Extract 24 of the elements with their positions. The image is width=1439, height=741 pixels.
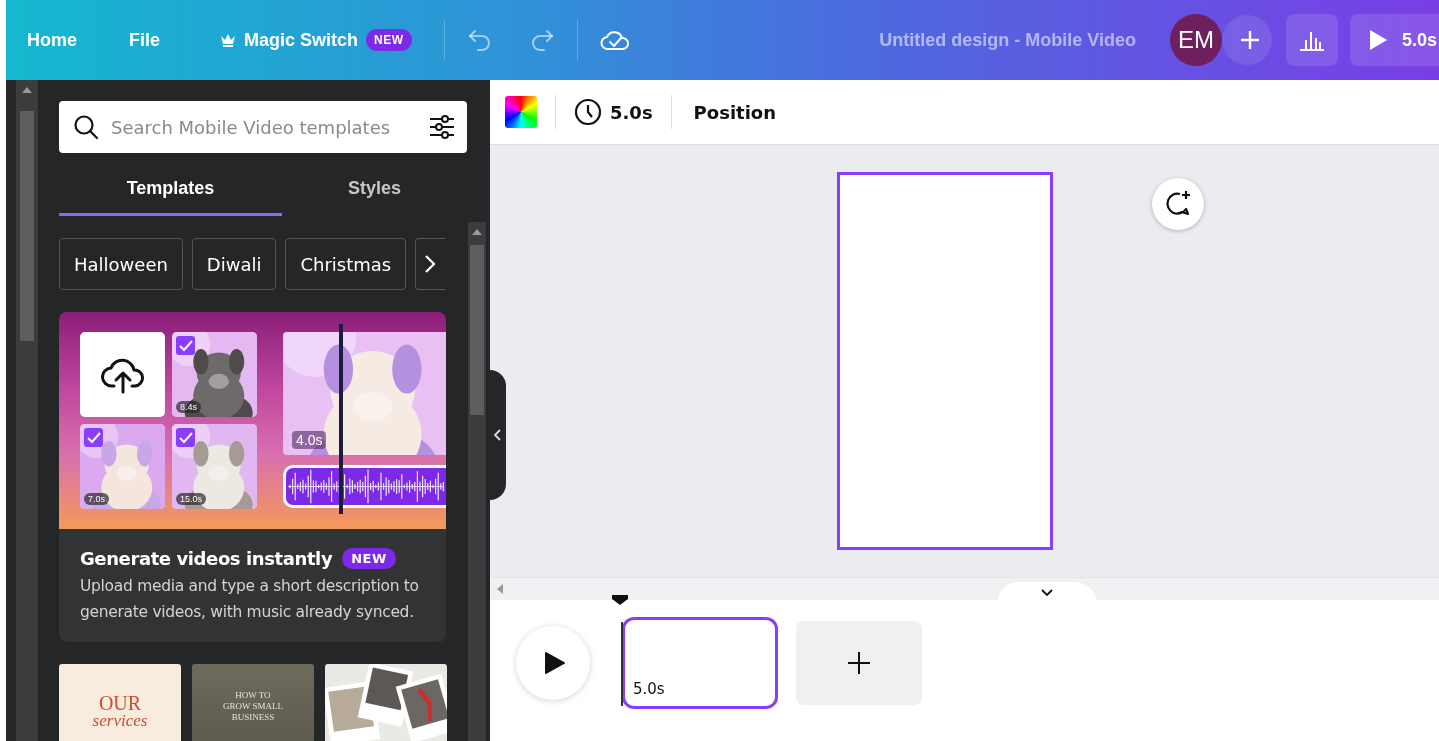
category-chip[interactable]: Christmas bbox=[285, 238, 407, 290]
duration-label: 4.0s bbox=[292, 431, 327, 449]
template-thumbnail[interactable]: OUR services bbox=[59, 664, 181, 741]
template-thumbnail[interactable]: HOW TO GROW SMALL BUSINESS bbox=[192, 664, 314, 741]
duration-button[interactable]: 5.0s bbox=[574, 98, 653, 126]
duration-label: 15.0s bbox=[176, 493, 207, 505]
feature-card[interactable]: 8.4s 7.0s 15.0s 4.0s Generate videos instantly NEW Upload media and type a short description to generate videos, with music already synced. bbox=[59, 312, 446, 642]
position-button[interactable]: Position bbox=[689, 101, 776, 123]
template-heading: HOW TO GROW SMALL BUSINESS bbox=[222, 690, 284, 723]
card-title: Generate videos instantly bbox=[80, 548, 333, 569]
category-chip[interactable]: Diwali bbox=[191, 238, 277, 290]
play-button[interactable]: 5.0s bbox=[1349, 14, 1439, 66]
new-badge: NEW bbox=[342, 548, 396, 569]
template-heading: services bbox=[92, 712, 148, 730]
new-badge: NEW bbox=[366, 29, 412, 51]
user-avatar[interactable]: EM bbox=[1169, 14, 1222, 66]
clip-duration: 5.0s bbox=[633, 680, 665, 698]
category-chip[interactable]: Halloween bbox=[59, 238, 183, 290]
panel-tab[interactable]: Styles bbox=[282, 169, 467, 216]
card-description: Upload media and type a short description to generate videos, with music already synced. bbox=[80, 576, 420, 623]
search-field[interactable]: Search Mobile Video templates bbox=[59, 101, 467, 153]
timeline-clip[interactable]: 5.0s bbox=[622, 617, 778, 709]
panel-tab[interactable]: Templates bbox=[59, 169, 282, 216]
template-heading: OUR bbox=[98, 694, 142, 712]
